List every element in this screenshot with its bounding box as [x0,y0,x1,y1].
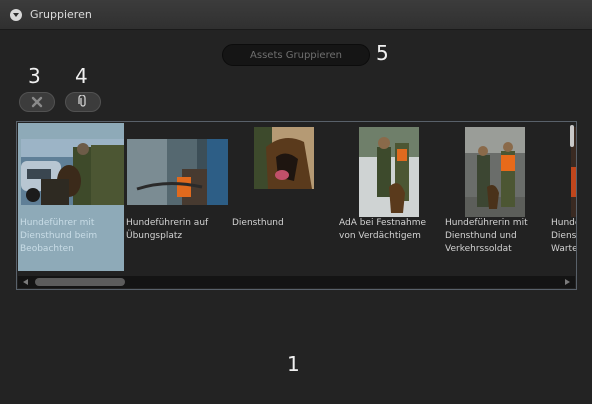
thumbnail-image [359,127,419,217]
callout-5: 5 [376,41,389,65]
thumbnail-caption: Hundeführer mit Diensthund beim Beobacht… [20,218,98,254]
panel-title: Gruppieren [30,8,92,21]
thumbnail-image [465,127,525,217]
asset-gallery[interactable]: Hundeführer mit Diensthund beim Beobacht… [16,121,577,290]
callout-1: 1 [287,352,300,376]
gallery-item[interactable]: Diensthund [230,123,336,271]
thumbnail-caption: Diensthund [232,218,284,228]
thumbnail-image [254,127,314,189]
close-icon [31,93,43,112]
callout-3: 3 [28,64,41,88]
thumbnail-caption: AdA bei Festnahme von Verdächtigem [339,218,427,241]
scroll-left-icon[interactable] [23,279,28,285]
group-assets-button[interactable]: Assets Gruppieren [222,44,370,66]
horizontal-scrollbar[interactable] [18,276,575,288]
gallery-item[interactable]: Hundeführerin mit Diensthund und Verkehr… [443,123,549,271]
remove-button[interactable] [19,92,55,112]
thumbnail-caption: Hundeführerin auf Übungsplatz [126,218,209,241]
thumbnail-image [21,139,124,205]
paperclip-icon [78,93,88,112]
scroll-right-icon[interactable] [565,279,570,285]
gallery-item[interactable]: AdA bei Festnahme von Verdächtigem [337,123,443,271]
thumbnail-image [127,139,228,205]
gallery-item[interactable]: Hundeführer mit Diensthund beim Beobacht… [18,123,124,271]
attach-button[interactable] [65,92,101,112]
vertical-scrollbar[interactable] [570,125,574,147]
callout-4: 4 [75,64,88,88]
thumbnail-caption: Hundeführer mit Diensthund beim Warten [551,218,577,254]
gallery-item[interactable]: Hundeführerin auf Übungsplatz [124,123,230,271]
scrollbar-thumb[interactable] [35,278,125,286]
thumbnail-caption: Hundeführerin mit Diensthund und Verkehr… [445,218,528,254]
panel-header[interactable]: Gruppieren [0,0,592,30]
collapse-toggle-icon[interactable] [10,8,22,21]
